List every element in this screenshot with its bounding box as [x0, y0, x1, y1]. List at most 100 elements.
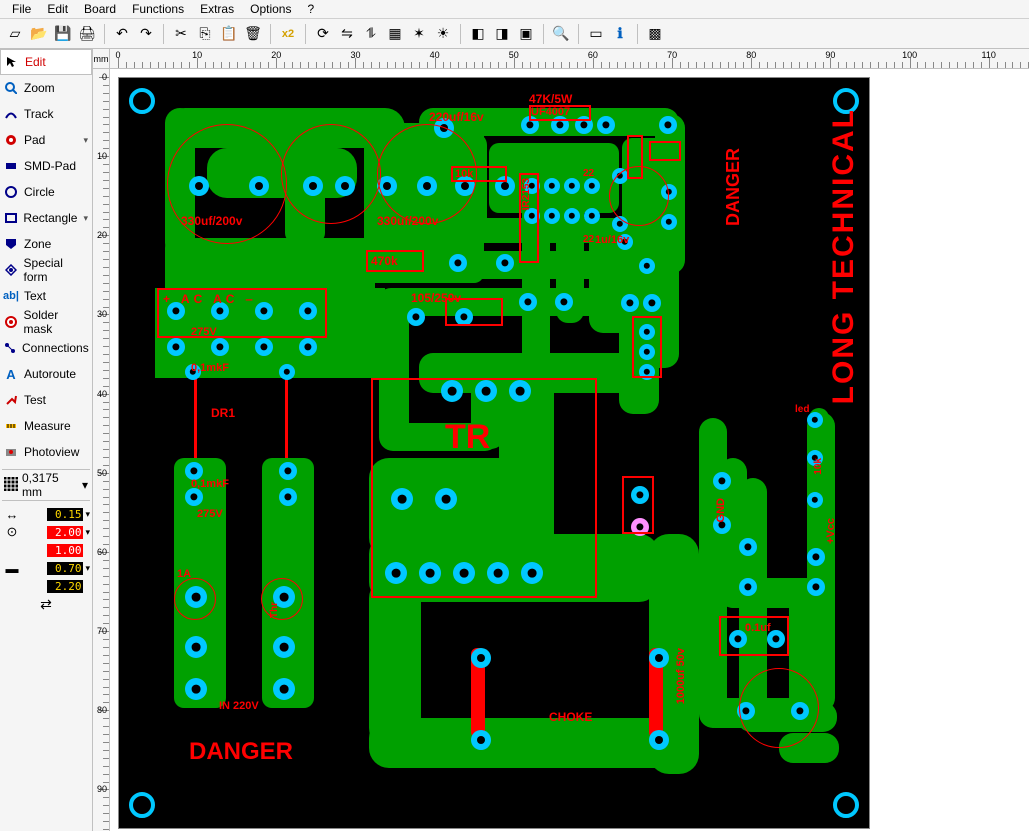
tool-label: Solder mask [24, 308, 88, 336]
tool-rect[interactable]: Rectangle ▾ [0, 205, 92, 231]
tool-edit[interactable]: Edit [0, 49, 92, 75]
tool-smd[interactable]: SMD-Pad [0, 153, 92, 179]
tool-label: Rectangle [23, 211, 77, 225]
rotate-button[interactable]: ⟳ [312, 23, 334, 45]
paste-button[interactable]: 📋 [218, 23, 240, 45]
scanned-button[interactable]: ▩ [644, 23, 666, 45]
pad-outer-field[interactable]: 2.00 [47, 526, 83, 539]
cut-button[interactable]: ✂ [170, 23, 192, 45]
info-button[interactable]: ℹ [609, 23, 631, 45]
menu-options[interactable]: Options [242, 1, 299, 17]
menu-board[interactable]: Board [76, 1, 124, 17]
grid-icon [4, 477, 18, 494]
paste-icon: 📋 [220, 25, 237, 42]
tool-auto[interactable]: A Autoroute [0, 361, 92, 387]
delete-icon: 🗑 [244, 25, 262, 42]
save-button[interactable]: 💾 [52, 23, 74, 45]
undo-button[interactable]: ↶ [111, 23, 133, 45]
smd-height-field[interactable]: 2.20 [47, 580, 83, 593]
dup-button[interactable]: x2 [277, 23, 299, 45]
tool-label: Zoom [24, 81, 55, 95]
circle-icon [4, 185, 18, 199]
snap-icon: ✶ [413, 25, 425, 42]
layer-both-button[interactable]: ▣ [515, 23, 537, 45]
flip-v-icon: ⥮ [366, 25, 376, 42]
redo-button[interactable]: ↷ [135, 23, 157, 45]
cut-icon: ✂ [175, 25, 187, 42]
loupe-icon [4, 81, 18, 95]
zoom-icon: 🔍 [552, 25, 569, 42]
pcb-board[interactable]: LONG TECHNICAL DANGER DANGER TR 330uf/20… [118, 77, 870, 829]
tool-mask[interactable]: Solder mask [0, 309, 92, 335]
pad-inner-field[interactable]: 1.00 [47, 544, 83, 557]
tool-zoom[interactable]: Zoom [0, 75, 92, 101]
auto-icon: A [4, 367, 18, 381]
tool-circle[interactable]: Circle [0, 179, 92, 205]
photo-icon [4, 445, 18, 459]
group-button[interactable]: ▦ [384, 23, 406, 45]
rect-icon [4, 211, 17, 225]
tool-label: Autoroute [24, 367, 76, 381]
main-toolbar: ▱📂💾 🖨 ↶↷ ✂ ⎘📋 🗑 x2 ⟳⇋ ⥮ ▦ ✶ ☀ ◧ ◨ ▣ 🔍 ▭ℹ ▩ [0, 19, 1029, 49]
smd-size-icon: ▬ [2, 561, 22, 576]
track-icon [4, 107, 18, 121]
copy-button[interactable]: ⎘ [194, 23, 216, 45]
ruler-horizontal: 0102030405060708090100110120 [110, 49, 1029, 69]
grid-setting[interactable]: 0,3175 mm ▾ [0, 474, 92, 496]
align-icon: ☀ [437, 25, 450, 42]
tool-label: Pad [24, 133, 45, 147]
tool-label: Special form [24, 256, 88, 284]
ruler-unit: mm [93, 49, 110, 69]
layer-from-button[interactable]: ◧ [467, 23, 489, 45]
tool-label: Edit [25, 55, 46, 69]
layer-to-button[interactable]: ◨ [491, 23, 513, 45]
swap-icon[interactable]: ⇄ [40, 596, 52, 613]
delete-button[interactable]: 🗑 [242, 23, 264, 45]
snap-button[interactable]: ✶ [408, 23, 430, 45]
select-rect-button[interactable]: ▭ [585, 23, 607, 45]
dup-icon: x2 [282, 28, 294, 40]
menu-functions[interactable]: Functions [124, 1, 192, 17]
menu-file[interactable]: File [4, 1, 39, 17]
zoom-button[interactable]: 🔍 [550, 23, 572, 45]
tool-track[interactable]: Track [0, 101, 92, 127]
tool-label: Test [24, 393, 46, 407]
tool-label: Photoview [24, 445, 79, 459]
print-icon: 🖨 [78, 25, 96, 42]
tool-label: Text [24, 289, 46, 303]
new-button[interactable]: ▱ [4, 23, 26, 45]
layer-from-icon: ◧ [471, 25, 484, 42]
tool-measure[interactable]: Measure [0, 413, 92, 439]
design-canvas[interactable]: LONG TECHNICAL DANGER DANGER TR 330uf/20… [110, 69, 1029, 831]
flip-h-button[interactable]: ⇋ [336, 23, 358, 45]
save-icon: 💾 [54, 25, 71, 42]
tool-photo[interactable]: Photoview [0, 439, 92, 465]
print-button[interactable]: 🖨 [76, 23, 98, 45]
tool-label: Zone [24, 237, 51, 251]
menu-extras[interactable]: Extras [192, 1, 242, 17]
pad-icon [4, 133, 18, 147]
tool-conn[interactable]: Connections [0, 335, 92, 361]
menu-edit[interactable]: Edit [39, 1, 76, 17]
tool-test[interactable]: Test [0, 387, 92, 413]
menu-help[interactable]: ? [299, 1, 322, 17]
transformer-label: TR [445, 418, 490, 457]
cursor-icon [5, 55, 19, 69]
chevron-down-icon: ▾ [83, 213, 88, 224]
tool-special[interactable]: Special form [0, 257, 92, 283]
tool-pad[interactable]: Pad▾ [0, 127, 92, 153]
group-icon: ▦ [388, 25, 401, 42]
track-width-field[interactable]: 0.15 [47, 508, 83, 521]
layer-to-icon: ◨ [495, 25, 508, 42]
open-button[interactable]: 📂 [28, 23, 50, 45]
smd-width-field[interactable]: 0.70 [47, 562, 83, 575]
menu-bar: FileEditBoardFunctionsExtrasOptions? [0, 0, 1029, 19]
align-button[interactable]: ☀ [432, 23, 454, 45]
tool-text[interactable]: ab|Text [0, 283, 92, 309]
smd-icon [4, 159, 18, 173]
tool-label: Track [24, 107, 54, 121]
layer-both-icon: ▣ [519, 25, 532, 42]
tool-zone[interactable]: Zone [0, 231, 92, 257]
flip-v-button[interactable]: ⥮ [360, 23, 382, 45]
tool-label: Connections [22, 341, 89, 355]
